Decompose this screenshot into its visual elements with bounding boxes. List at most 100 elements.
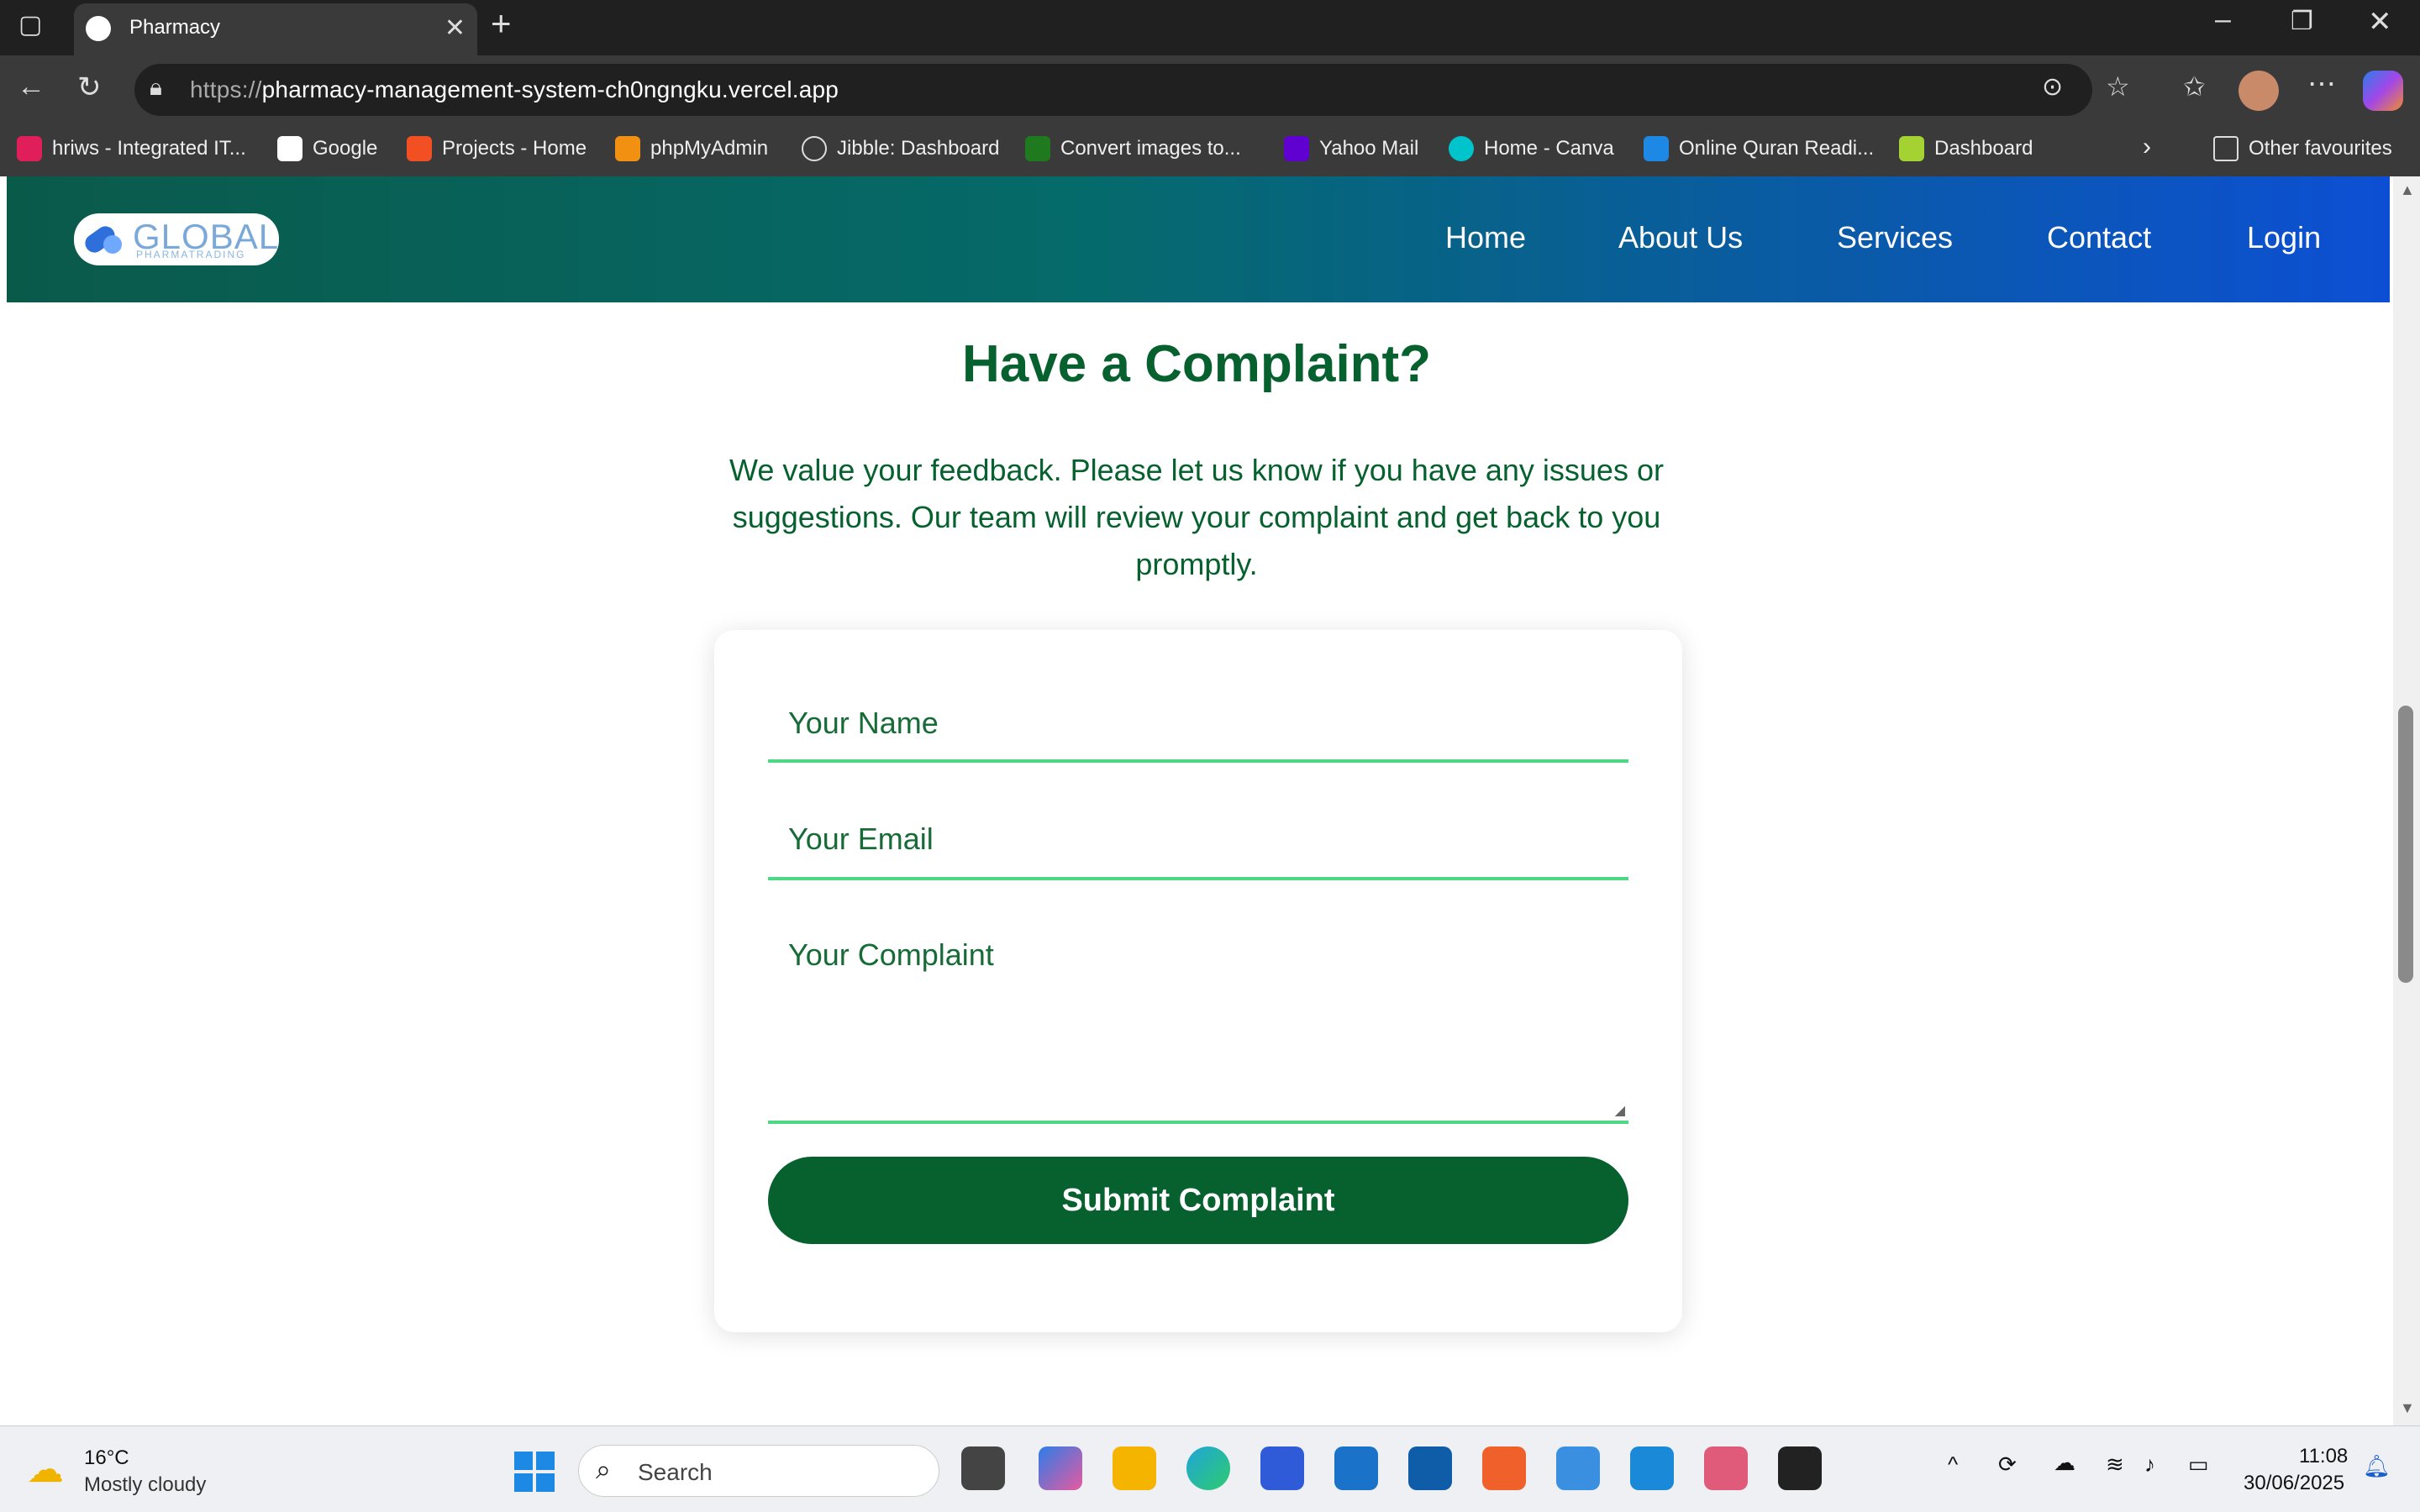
other-favourites[interactable]: Other favourites	[2213, 136, 2392, 161]
tab-title: Pharmacy	[129, 16, 221, 39]
bookmark-item[interactable]: Home - Canva	[1449, 136, 1614, 161]
onedrive-icon[interactable]: ☁	[2054, 1450, 2075, 1476]
search-icon: ⌕	[596, 1454, 611, 1484]
nav-login[interactable]: Login	[2247, 220, 2321, 255]
tab-actions-icon[interactable]: ▢	[18, 10, 42, 39]
scrollbar-thumb[interactable]	[2398, 706, 2413, 983]
scroll-up-icon[interactable]: ▲	[2400, 181, 2415, 199]
web-page: GLOBAL PHARMATRADING Home About Us Servi…	[0, 176, 2420, 1425]
google-icon	[277, 136, 302, 161]
edge-browser-icon[interactable]	[1186, 1446, 1230, 1490]
back-icon[interactable]: ←	[17, 71, 45, 103]
bookmark-item[interactable]: Dashboard	[1899, 136, 2033, 161]
nav-home[interactable]: Home	[1445, 220, 1526, 255]
pill-logo-icon	[85, 226, 122, 254]
browser-title-bar: ▢ Pharmacy ✕ + – ❐ ✕	[0, 0, 2420, 55]
vercel-favicon-icon	[86, 16, 111, 41]
intro-text: We value your feedback. Please let us kn…	[729, 453, 1664, 581]
reader-icon[interactable]: ⊙	[2042, 72, 2063, 102]
volume-icon[interactable]: ♪	[2144, 1452, 2155, 1478]
copilot-app-icon[interactable]	[1039, 1446, 1082, 1490]
bookmark-item[interactable]: Online Quran Readi...	[1644, 136, 1874, 161]
yahoo-mail-icon	[1284, 136, 1309, 161]
nav-about-us[interactable]: About Us	[1618, 220, 1743, 255]
email-field[interactable]: Your Email	[768, 798, 1628, 880]
name-field[interactable]: Your Name	[768, 682, 1628, 763]
browser-tab[interactable]: Pharmacy ✕	[74, 3, 477, 55]
site-header: GLOBAL PHARMATRADING Home About Us Servi…	[7, 176, 2390, 302]
browser-toolbar: ← ↻ 🔒︎ https://pharmacy-management-syste…	[0, 55, 2420, 126]
nav-contact[interactable]: Contact	[2047, 220, 2151, 255]
bookmark-item[interactable]: Yahoo Mail	[1284, 136, 1418, 161]
refresh-icon[interactable]: ↻	[77, 71, 102, 104]
globe-icon	[802, 136, 827, 161]
notepad-icon[interactable]	[1556, 1446, 1600, 1490]
clock-date[interactable]: 30/06/2025	[2244, 1472, 2344, 1495]
new-tab-icon[interactable]: +	[491, 3, 512, 44]
convert-icon	[1025, 136, 1050, 161]
weather-temp[interactable]: 16°C	[84, 1446, 129, 1470]
logo-subtext: PHARMATRADING	[136, 249, 246, 260]
task-view-icon[interactable]	[961, 1446, 1005, 1490]
address-bar[interactable]: 🔒︎ https://pharmacy-management-system-ch…	[134, 64, 2130, 116]
site-info-icon[interactable]: 🔒︎	[150, 74, 162, 102]
restore-icon[interactable]: ❐	[2291, 7, 2313, 36]
close-tab-icon[interactable]: ✕	[445, 13, 466, 43]
cube-icon	[1899, 136, 1924, 161]
canva-icon	[1449, 136, 1474, 161]
close-window-icon[interactable]: ✕	[2368, 5, 2392, 39]
favourite-star-icon[interactable]: ☆	[2106, 71, 2130, 102]
show-hidden-icons-icon[interactable]: ^	[1948, 1452, 1958, 1478]
store-icon[interactable]	[1260, 1446, 1304, 1490]
nav-services[interactable]: Services	[1837, 220, 1953, 255]
name-placeholder: Your Name	[788, 706, 939, 740]
bookmarks-bar: hriws - Integrated IT... Google Projects…	[0, 126, 2420, 176]
favourites-icon[interactable]: ✩	[2183, 71, 2206, 102]
microsoft-icon	[407, 136, 432, 161]
search-placeholder: Search	[638, 1459, 713, 1485]
notification-bell-icon[interactable]: 🔔︎	[2363, 1453, 2391, 1479]
outlook-new-icon[interactable]	[1334, 1446, 1378, 1490]
copilot-icon[interactable]	[2363, 71, 2403, 111]
bookmark-item[interactable]: Google	[277, 136, 377, 161]
terminal-icon[interactable]	[1778, 1446, 1822, 1490]
start-icon[interactable]	[514, 1452, 555, 1492]
battery-icon[interactable]: ▭	[2188, 1452, 2209, 1478]
bookmark-item[interactable]: Projects - Home	[407, 136, 587, 161]
clock-time[interactable]: 11:08	[2299, 1445, 2348, 1468]
file-explorer-icon[interactable]	[1113, 1446, 1156, 1490]
more-options-icon[interactable]: ⋯	[2307, 67, 2336, 101]
page-title: Have a Complaint?	[961, 335, 1432, 393]
complaint-textarea[interactable]: Your Complaint ◢	[768, 916, 1628, 1124]
slack-icon	[17, 136, 42, 161]
page-scrollbar[interactable]: ▲ ▼	[2393, 176, 2420, 1425]
bookmark-item[interactable]: hriws - Integrated IT...	[17, 136, 246, 161]
weather-cloud-icon[interactable]: ☁	[27, 1448, 64, 1491]
complaint-form: Your Name Your Email Your Complaint ◢ Su…	[714, 630, 1682, 1332]
complaint-placeholder: Your Complaint	[788, 937, 994, 972]
windows-taskbar: ☁ 16°C Mostly cloudy ⌕ Search ^ ⟳ ☁ ≋ ♪ …	[0, 1425, 2420, 1512]
url-text: https://pharmacy-management-system-ch0ng…	[190, 76, 839, 102]
quran-icon	[1644, 136, 1669, 161]
bookmark-item[interactable]: Jibble: Dashboard	[802, 136, 999, 161]
bookmark-item[interactable]: Convert images to...	[1025, 136, 1241, 161]
taskbar-search[interactable]: ⌕ Search	[578, 1445, 939, 1497]
submit-complaint-button[interactable]: Submit Complaint	[768, 1157, 1628, 1244]
sync-icon[interactable]: ⟳	[1998, 1452, 2017, 1478]
email-placeholder: Your Email	[788, 822, 934, 856]
xampp-icon[interactable]	[1482, 1446, 1526, 1490]
folder-icon	[2213, 136, 2238, 161]
outlook-icon[interactable]	[1408, 1446, 1452, 1490]
minimize-icon[interactable]: –	[2215, 3, 2231, 36]
snipping-tool-icon[interactable]	[1704, 1446, 1748, 1490]
site-logo[interactable]: GLOBAL PHARMATRADING	[74, 213, 279, 265]
wifi-icon[interactable]: ≋	[2106, 1452, 2124, 1478]
bookmark-item[interactable]: phpMyAdmin	[615, 136, 768, 161]
weather-desc[interactable]: Mostly cloudy	[84, 1473, 206, 1497]
profile-avatar[interactable]	[2238, 71, 2279, 111]
chevron-right-icon[interactable]: ›	[2143, 133, 2151, 161]
scroll-down-icon[interactable]: ▼	[2400, 1399, 2415, 1417]
phpmyadmin-icon	[615, 136, 640, 161]
resize-handle-icon[interactable]: ◢	[1615, 1102, 1625, 1119]
vscode-icon[interactable]	[1630, 1446, 1674, 1490]
